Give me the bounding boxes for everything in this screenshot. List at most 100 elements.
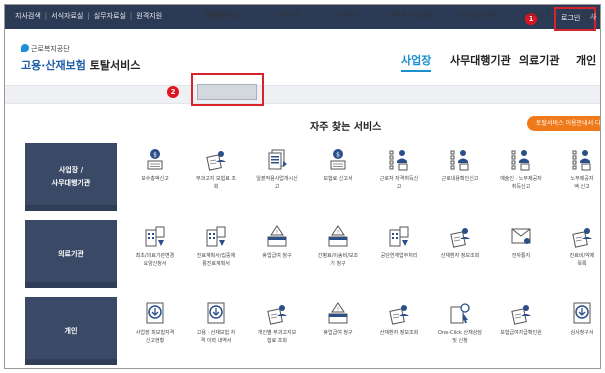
service-item-label: 산재환자 정보조회 xyxy=(379,330,419,336)
svg-text:!: ! xyxy=(276,230,278,236)
download-doc-icon xyxy=(570,301,594,325)
subnav-item-e-notice[interactable]: 전자통지 xyxy=(336,10,358,19)
site-title-part1: 고용·산재보험 xyxy=(21,59,86,72)
service-row-individual: 개인 사업장 피보험자격 신고현황 고용 · 산재보험 자 격 이력 내역서 개인별… xyxy=(25,297,600,365)
service-item-label: 최초/의료기관변경 요양신청서 xyxy=(135,253,175,267)
logo-icon xyxy=(21,44,29,52)
service-item[interactable]: 최초/의료기관변경 요양신청서 xyxy=(125,220,185,288)
envelope-doc-icon xyxy=(509,224,533,248)
warning-box-icon: ! xyxy=(326,301,350,325)
service-item-label: 사업장 피보험자격 신고현황 xyxy=(135,330,175,344)
svg-text:$: $ xyxy=(336,152,340,159)
building-doc-icon xyxy=(143,224,167,248)
link-practical-materials[interactable]: 실무자료실 xyxy=(94,12,126,20)
person-doc-icon xyxy=(387,301,411,325)
subnav-item-civil-complaint[interactable]: 민원접수/신고 xyxy=(205,10,240,19)
service-item[interactable]: 진료계획서/집중재 활진료계획서 xyxy=(186,220,246,288)
agency-logo[interactable]: 근로복지공단 xyxy=(21,44,70,54)
site-title[interactable]: 고용·산재보험 토탈서비스 xyxy=(21,57,140,73)
service-item[interactable]: 산재환자 정보조회 xyxy=(430,220,490,288)
service-item-label: 근로자 자격취득신 고 xyxy=(379,176,419,190)
service-item[interactable]: 예술인 · 노무제공자 취득신고 xyxy=(491,143,551,211)
warning-box-icon: ! xyxy=(326,224,350,248)
agency-name: 근로복지공단 xyxy=(31,45,70,53)
link-branch-search[interactable]: 지사검색 xyxy=(15,12,41,20)
download-doc-icon xyxy=(143,301,167,325)
person-doc-icon xyxy=(204,147,228,171)
svg-text:!: ! xyxy=(337,230,339,236)
service-item[interactable]: 공단연계업무처리 xyxy=(369,220,429,288)
list-person-icon xyxy=(570,147,594,171)
service-item[interactable]: 개인별 부과고지보 험료 조회 xyxy=(247,297,307,365)
service-item[interactable]: $ 보험료 신고서 xyxy=(308,143,368,211)
subnav-item-occupational-disease[interactable]: 업무상질병판정 xyxy=(458,10,497,19)
service-row-medical: 의료기관 최초/의료기관변경 요양신청서 진료계획서/집중재 활진료계획서! 휴업급… xyxy=(25,220,600,288)
subnav-item-review-request[interactable]: 심사청구 xyxy=(528,10,550,19)
service-item[interactable]: 근로자 자격취득신 고 xyxy=(369,143,429,211)
subnav-highlight-box xyxy=(191,73,264,106)
service-item-label: 고용 · 산재보험 자 격 이력 내역서 xyxy=(196,330,236,344)
person-doc-icon xyxy=(448,224,472,248)
service-item-label: 개인별 부과고지보 험료 조회 xyxy=(257,330,297,344)
doc-stack-icon xyxy=(265,147,289,171)
service-item[interactable]: One-Click 산재상담 및 신청 xyxy=(430,297,490,365)
service-item-label: 휴업급여 청구 xyxy=(323,330,353,336)
link-forms[interactable]: 서식자료실 xyxy=(51,12,83,20)
service-item[interactable]: 심사청구서 xyxy=(552,297,600,365)
building-doc-icon xyxy=(204,224,228,248)
nav-agency[interactable]: 사무대행기관 xyxy=(450,52,511,68)
subnav-item-info-lookup[interactable]: 정보조회 xyxy=(278,10,300,19)
service-item[interactable]: $ 보수총액신고 xyxy=(125,143,185,211)
service-item-label: 보수총액신고 xyxy=(141,176,169,182)
service-item-label: 부과고지 보험료 조 회 xyxy=(196,176,236,190)
service-item-label: 진료계획서/집중재 활진료계획서 xyxy=(196,253,236,267)
svg-text:$: $ xyxy=(153,152,157,159)
person-doc-icon xyxy=(509,301,533,325)
service-item-label: 일괄적용사업개시신 고 xyxy=(256,176,298,190)
nav-individual[interactable]: 개인 xyxy=(576,52,596,68)
section-title: 자주 찾는 서비스 xyxy=(310,122,382,133)
utility-links: 지사검색 | 서식자료실 | 실무자료실 | 원격지원 xyxy=(15,12,163,20)
service-item[interactable]: 부과고지 보험료 조 회 xyxy=(186,143,246,211)
service-item[interactable]: 노무제공자 액 신고 xyxy=(552,143,600,211)
service-item-label: 노무제공자 액 신고 xyxy=(570,176,594,190)
service-row-workplace: 사업장 / 사무대행기관 $ 보수총액신고 부과고지 보험료 조 회 일괄적용사업개시… xyxy=(25,143,600,211)
service-item[interactable]: 산재환자 정보조회 xyxy=(369,297,429,365)
service-item[interactable]: ! 휴업급여 청구 xyxy=(308,297,368,365)
link-remote-support[interactable]: 원격지원 xyxy=(136,12,162,20)
building-doc-icon xyxy=(387,224,411,248)
service-item[interactable]: ! 간병료/이송비/보조 기 청구 xyxy=(308,220,368,288)
service-item-label: 심사청구서 xyxy=(570,330,594,336)
svg-text:!: ! xyxy=(337,307,339,313)
row-label: 사업장 / 사무대행기관 xyxy=(25,143,117,211)
list-person-icon xyxy=(509,147,533,171)
guide-button[interactable]: 토탈서비스 이용안내서 다 xyxy=(527,116,600,131)
service-item[interactable]: 사업장 피보험자격 신고현황 xyxy=(125,297,185,365)
browser-frame: 지사검색 | 서식자료실 | 실무자료실 | 원격지원 1 로그인 사 근로복지공단 고용·… xyxy=(4,4,601,369)
person-doc-icon xyxy=(265,301,289,325)
row-label: 의료기관 xyxy=(25,220,117,288)
service-item-label: 보험급여지급확인원 xyxy=(500,330,542,336)
service-item-label: 진료비/약제 목록 xyxy=(569,253,595,267)
step-badge-2: 2 xyxy=(167,86,179,98)
service-item-label: 산재환자 정보조회 xyxy=(440,253,480,259)
service-item[interactable]: 일괄적용사업개시신 고 xyxy=(247,143,307,211)
nav-medical[interactable]: 의료기관 xyxy=(519,52,559,68)
service-item[interactable]: 근로내용확인신고 xyxy=(430,143,490,211)
person-money-icon: $ xyxy=(143,147,167,171)
service-item-label: 근로내용확인신고 xyxy=(441,176,479,182)
site-title-part2: 토탈서비스 xyxy=(89,59,141,72)
subnav-item-certificate[interactable]: 증명원 신청/발급 xyxy=(390,10,433,19)
person-money-icon: $ xyxy=(326,147,350,171)
service-item-label: 휴업급여 청구 xyxy=(262,253,292,259)
subnav-item-wage-report[interactable]: 보수총결서 xyxy=(573,10,600,19)
service-item[interactable]: 진료비/약제 목록 xyxy=(552,220,600,288)
person-doc-icon xyxy=(570,224,594,248)
nav-workplace[interactable]: 사업장 xyxy=(401,52,432,72)
service-item[interactable]: 보험급여지급확인원 xyxy=(491,297,551,365)
service-item[interactable]: ! 휴업급여 청구 xyxy=(247,220,307,288)
list-person-icon xyxy=(387,147,411,171)
list-person-icon xyxy=(448,147,472,171)
service-item[interactable]: 고용 · 산재보험 자 격 이력 내역서 xyxy=(186,297,246,365)
service-item[interactable]: 전자통지 xyxy=(491,220,551,288)
